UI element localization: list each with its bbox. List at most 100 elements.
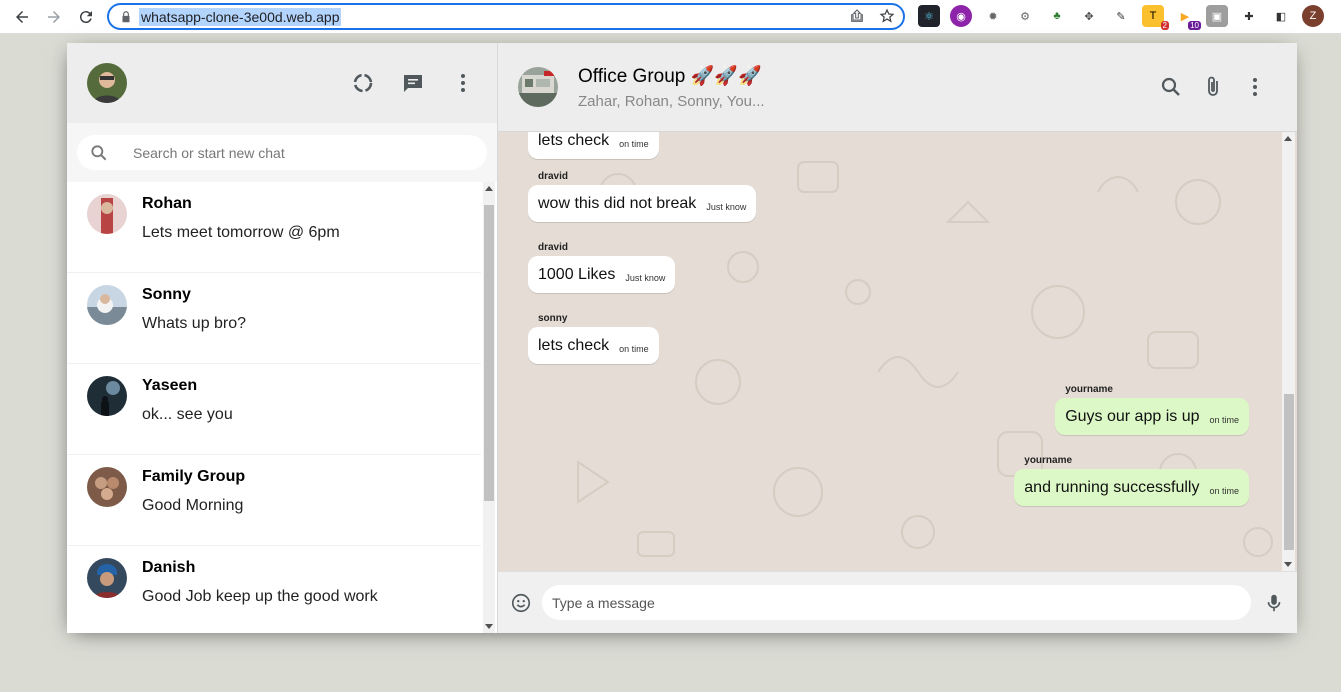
extension-folder-icon[interactable]: ▶ 10 xyxy=(1174,5,1201,30)
scroll-up-icon[interactable] xyxy=(1284,136,1292,141)
search-box[interactable] xyxy=(77,135,487,170)
scroll-up-icon[interactable] xyxy=(485,186,493,191)
message-time: on time xyxy=(619,344,649,354)
group-avatar[interactable] xyxy=(518,67,558,107)
scroll-down-icon[interactable] xyxy=(485,624,493,629)
search-container xyxy=(67,123,497,182)
arrow-right-icon xyxy=(48,10,60,23)
tree-icon[interactable]: ♣ xyxy=(1046,5,1068,27)
message-sent: yourname and running successfully on tim… xyxy=(1014,455,1249,506)
extension-badge: 2 xyxy=(1160,21,1169,30)
scrollbar-thumb[interactable] xyxy=(484,205,494,501)
chat-item-rohan[interactable]: Rohan Lets meet tomorrow @ 6pm xyxy=(67,182,481,273)
search-icon[interactable] xyxy=(1159,75,1183,99)
extension-t-icon[interactable]: T2 xyxy=(1142,5,1169,30)
pen-icon[interactable]: ✎ xyxy=(1110,5,1132,27)
sidebar: Rohan Lets meet tomorrow @ 6pm Sonny Whats… xyxy=(67,43,498,633)
message-sender: sonny xyxy=(538,313,568,324)
chat-footer xyxy=(498,571,1297,633)
message-bubble[interactable]: and running successfully on time xyxy=(1014,469,1249,506)
message-input[interactable] xyxy=(552,594,1251,611)
message-text: Guys our app is up xyxy=(1065,408,1200,425)
arrow-left-icon xyxy=(16,10,28,23)
chat-item-family-group[interactable]: Family Group Good Morning xyxy=(67,455,481,546)
address-bar[interactable]: whatsapp-clone-3e00d.web.app xyxy=(107,3,905,30)
chat-name: Danish xyxy=(142,559,196,576)
scroll-down-icon[interactable] xyxy=(1284,562,1292,567)
forward-button[interactable] xyxy=(40,3,68,31)
contact-avatar xyxy=(87,467,127,507)
group-members: Zahar, Rohan, Sonny, You... xyxy=(578,93,765,110)
search-icon xyxy=(91,144,107,160)
chat-panel: Office Group 🚀🚀🚀 Zahar, Rohan, Sonny, Yo… xyxy=(498,43,1297,633)
reload-icon xyxy=(79,10,92,23)
contact-avatar xyxy=(87,285,127,325)
message-input-box[interactable] xyxy=(542,585,1251,620)
message: dravid wow this did not break Just know xyxy=(528,171,757,222)
bug-icon[interactable]: ✹ xyxy=(982,5,1004,27)
react-devtools-icon[interactable]: ⚛ xyxy=(918,5,940,27)
user-avatar[interactable] xyxy=(87,63,127,103)
chat-name: Sonny xyxy=(142,286,191,303)
chat-item-sonny[interactable]: Sonny Whats up bro? xyxy=(67,273,481,364)
more-vert-icon[interactable] xyxy=(451,71,475,95)
share-icon[interactable] xyxy=(849,8,865,24)
group-name: Office Group 🚀🚀🚀 xyxy=(578,66,762,87)
contact-avatar xyxy=(87,558,127,598)
message-sender: dravid xyxy=(538,242,569,253)
chat-item-yaseen[interactable]: Yaseen ok... see you xyxy=(67,364,481,455)
extension-badge: 10 xyxy=(1188,21,1201,30)
chat-name: Rohan xyxy=(142,195,192,212)
message-bubble[interactable]: lets check on time xyxy=(528,327,659,364)
profile-avatar[interactable]: Z xyxy=(1302,5,1324,27)
message-time: on time xyxy=(619,139,649,149)
message-bubble[interactable]: Guys our app is up on time xyxy=(1055,398,1249,435)
reload-button[interactable] xyxy=(72,3,100,31)
message-time: on time xyxy=(1209,415,1239,425)
sidepanel-icon[interactable]: ◧ xyxy=(1270,5,1292,27)
extension-gray-icon[interactable]: ▣ xyxy=(1206,5,1228,27)
chat-scrollbar[interactable] xyxy=(1282,132,1295,571)
chat-header: Office Group 🚀🚀🚀 Zahar, Rohan, Sonny, Yo… xyxy=(498,43,1297,132)
attach-icon[interactable] xyxy=(1201,75,1225,99)
scrollbar-thumb[interactable] xyxy=(1284,394,1294,550)
message-sent: yourname Guys our app is up on time xyxy=(1055,384,1249,435)
chat-last-message: ok... see you xyxy=(142,406,233,423)
message-bubble[interactable]: lets check on time xyxy=(528,132,659,159)
message-bubble[interactable]: wow this did not break Just know xyxy=(528,185,757,222)
chat-list: Rohan Lets meet tomorrow @ 6pm Sonny Whats… xyxy=(67,182,497,633)
move-icon[interactable]: ✥ xyxy=(1078,5,1100,27)
message-time: on time xyxy=(1209,486,1239,496)
status-icon[interactable] xyxy=(351,71,375,95)
message-sender: dravid xyxy=(538,171,569,182)
message-sender: yourname xyxy=(1024,455,1073,466)
contact-avatar xyxy=(87,194,127,234)
message-bubble[interactable]: 1000 Likes Just know xyxy=(528,256,676,293)
message-text: lets check xyxy=(538,132,610,149)
message-text: 1000 Likes xyxy=(538,266,616,283)
star-icon[interactable] xyxy=(879,8,895,24)
message-time: Just know xyxy=(625,273,666,283)
chat-last-message: Lets meet tomorrow @ 6pm xyxy=(142,224,340,241)
message-text: and running successfully xyxy=(1024,479,1200,496)
chat-item-danish[interactable]: Danish Good Job keep up the good work xyxy=(67,546,481,633)
whatsapp-app: Rohan Lets meet tomorrow @ 6pm Sonny Whats… xyxy=(67,43,1297,633)
message: dravid 1000 Likes Just know xyxy=(528,242,676,293)
new-chat-icon[interactable] xyxy=(401,71,425,95)
chat-last-message: Whats up bro? xyxy=(142,315,247,332)
gear-extension-icon[interactable]: ⚙ xyxy=(1014,5,1036,27)
chat-list-scrollbar[interactable] xyxy=(483,182,495,633)
more-vert-icon[interactable] xyxy=(1243,75,1267,99)
mic-icon[interactable] xyxy=(1263,592,1285,614)
message: sonny lets check on time xyxy=(528,313,659,364)
back-button[interactable] xyxy=(8,3,36,31)
emoji-icon[interactable] xyxy=(510,592,532,614)
search-input[interactable] xyxy=(133,144,433,161)
extension-purple-icon[interactable]: ◉ xyxy=(950,5,972,27)
message-text: lets check xyxy=(538,337,610,354)
puzzle-icon[interactable]: ✚ xyxy=(1238,5,1260,27)
sidebar-header xyxy=(67,43,497,123)
chat-last-message: Good Morning xyxy=(142,497,244,514)
chat-name: Family Group xyxy=(142,468,246,485)
lock-icon xyxy=(122,10,130,22)
